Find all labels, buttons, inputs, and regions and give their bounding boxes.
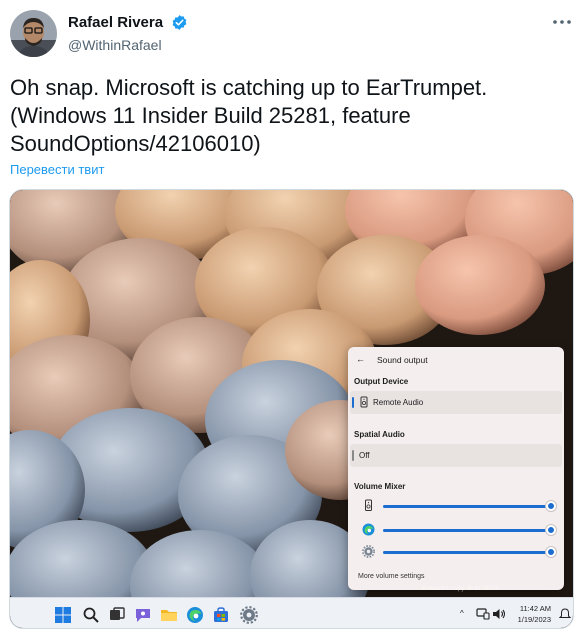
- tray-overflow-chevron[interactable]: ^: [460, 609, 464, 618]
- tweet-text-line: Oh snap. Microsoft is catching up to Ear…: [10, 75, 488, 100]
- spatial-audio-label: Spatial Audio: [354, 430, 405, 439]
- output-device-value: Remote Audio: [373, 398, 424, 407]
- mixer-slider-edge[interactable]: [354, 521, 558, 539]
- store-icon[interactable]: [212, 606, 230, 624]
- clock-date: 1/19/2023: [517, 615, 551, 624]
- clock-time: 11:42 AM: [519, 604, 551, 613]
- display-name[interactable]: Rafael Rivera: [68, 14, 163, 31]
- windows-start-icon[interactable]: [54, 606, 72, 624]
- volume-thumb[interactable]: [546, 525, 556, 535]
- volume-track: [383, 529, 553, 532]
- output-device-remote-audio[interactable]: Remote Audio: [350, 391, 562, 414]
- task-view-icon[interactable]: [108, 606, 126, 624]
- network-icon[interactable]: [476, 607, 490, 621]
- output-device-label: Output Device: [354, 377, 409, 386]
- more-volume-settings-link[interactable]: More volume settings: [358, 573, 425, 580]
- mixer-slider-device[interactable]: [354, 497, 558, 515]
- volume-icon[interactable]: [492, 607, 506, 621]
- selection-indicator: [352, 397, 354, 408]
- settings-gear-icon: [362, 545, 375, 558]
- notifications-bell-icon[interactable]: [559, 608, 571, 620]
- search-icon[interactable]: [82, 606, 100, 624]
- tweet-text-line: (Windows 11 Insider Build 25281, feature: [10, 103, 411, 128]
- mixer-slider-settings[interactable]: [354, 543, 558, 561]
- back-arrow-icon[interactable]: ←: [356, 354, 365, 364]
- taskbar-clock[interactable]: 11:42 AM 1/19/2023: [518, 603, 551, 625]
- sound-output-flyout: ← Sound output Output Device Remote Audi…: [348, 347, 564, 590]
- speaker-device-icon: [365, 499, 372, 511]
- author-names: Rafael Rivera @WithinRafael: [68, 14, 188, 53]
- teams-chat-icon[interactable]: [134, 606, 152, 624]
- speaker-device-icon: [360, 396, 368, 408]
- verified-badge-icon: [172, 15, 186, 31]
- translate-tweet-link[interactable]: Перевести твит: [10, 162, 104, 177]
- volume-mixer-label: Volume Mixer: [354, 482, 406, 491]
- avatar[interactable]: [10, 10, 57, 57]
- selection-indicator: [352, 450, 354, 461]
- settings-icon[interactable]: [240, 606, 258, 624]
- volume-track: [383, 505, 553, 508]
- edge-icon[interactable]: [186, 606, 204, 624]
- flyout-title: Sound output: [377, 355, 428, 365]
- windows-taskbar: ^ 11:42 AM 1/19/2023: [10, 597, 573, 628]
- file-explorer-icon[interactable]: [160, 606, 178, 624]
- tweet-text: Oh snap. Microsoft is catching up to Ear…: [10, 74, 570, 158]
- more-dots-icon[interactable]: [550, 12, 574, 32]
- volume-track: [383, 551, 553, 554]
- tweet-text-line: SoundOptions/42106010): [10, 131, 261, 156]
- spatial-audio-value: Off: [359, 451, 370, 460]
- volume-thumb[interactable]: [546, 547, 556, 557]
- tweet-header: Rafael Rivera @WithinRafael: [10, 10, 574, 58]
- edge-icon: [362, 523, 375, 536]
- handle[interactable]: @WithinRafael: [68, 37, 188, 53]
- volume-thumb[interactable]: [546, 501, 556, 511]
- evaluation-watermark: Evaluation copy. Build 25281: [422, 586, 499, 592]
- spatial-audio-off[interactable]: Off: [350, 444, 562, 467]
- tweet-media-image[interactable]: ← Sound output Output Device Remote Audi…: [9, 189, 574, 629]
